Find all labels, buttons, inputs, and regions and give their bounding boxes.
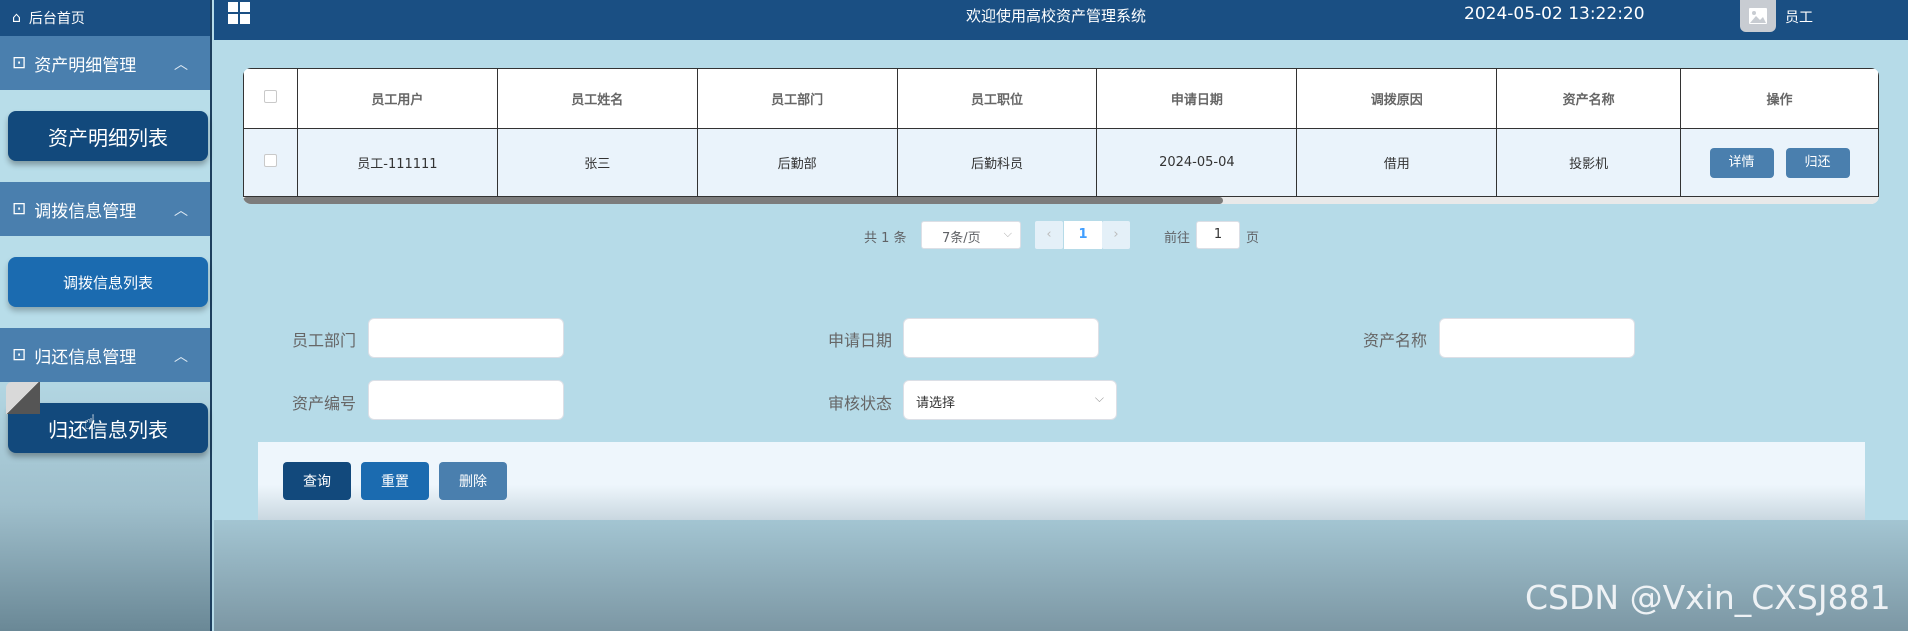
horizontal-scrollbar-thumb[interactable] xyxy=(243,197,1223,204)
col-header: 员工部门 xyxy=(696,68,898,129)
menu-icon: ⊡ xyxy=(12,199,27,219)
sidebar-group-label: 归还信息管理 xyxy=(34,347,137,368)
reset-button[interactable]: 重置 xyxy=(361,462,429,500)
asset-name-input[interactable] xyxy=(1439,318,1635,358)
col-header: 员工用户 xyxy=(296,68,498,129)
datetime: 2024-05-02 13:22:20 xyxy=(1464,4,1645,24)
row-checkbox[interactable] xyxy=(263,154,277,167)
sidebar-group-asset-detail[interactable]: ⊡ 资产明细管理 ︿ xyxy=(0,36,210,90)
sidebar-home[interactable]: ⌂ 后台首页 xyxy=(0,0,210,36)
table-cell: 投影机 xyxy=(1496,128,1682,197)
page-suffix: 页 xyxy=(1246,231,1260,246)
date-label: 申请日期 xyxy=(828,331,893,350)
menu-icon: ⊡ xyxy=(12,53,27,73)
sidebar-item-transfer-list[interactable]: 调拨信息列表 xyxy=(8,257,208,307)
chevron-down-icon: ⌵ xyxy=(1003,227,1012,240)
data-table: 员工用户 员工姓名 员工部门 员工职位 申请日期 调拨原因 资产名称 操作 员工… xyxy=(243,68,1879,204)
sidebar-group-label: 资产明细管理 xyxy=(34,55,137,76)
watermark: CSDN @Vxin_CXSJ881 xyxy=(1525,578,1891,617)
chevron-down-icon: ⌵ xyxy=(1094,391,1104,405)
sidebar-item-label: 归还信息列表 xyxy=(48,417,168,442)
status-label: 审核状态 xyxy=(828,394,893,413)
table-header-row: 员工用户 员工姓名 员工部门 员工职位 申请日期 调拨原因 资产名称 操作 xyxy=(243,68,1879,129)
sidebar-home-label: 后台首页 xyxy=(28,11,85,27)
mouse-cursor-icon: ☝ xyxy=(84,410,97,434)
query-button[interactable]: 查询 xyxy=(283,462,351,500)
col-header: 员工职位 xyxy=(896,68,1098,129)
status-select-placeholder: 请选择 xyxy=(916,396,956,411)
chevron-up-icon: ︿ xyxy=(174,57,188,73)
return-button[interactable]: 归还 xyxy=(1785,147,1850,178)
table-cell: 后勤科员 xyxy=(896,128,1098,197)
dept-label: 员工部门 xyxy=(292,331,357,350)
table-row: 员工-111111 张三 后勤部 后勤科员 2024-05-04 借用 投影机 … xyxy=(243,128,1879,197)
asset-no-label: 资产编号 xyxy=(292,394,357,413)
chevron-up-icon: ︿ xyxy=(174,349,188,365)
delete-button[interactable]: 删除 xyxy=(439,462,507,500)
dept-input[interactable] xyxy=(368,318,564,358)
sidebar-group-transfer[interactable]: ⊡ 调拨信息管理 ︿ xyxy=(0,182,210,236)
row-select-cell[interactable] xyxy=(243,128,298,197)
chevron-up-icon: ︿ xyxy=(174,203,188,219)
actions-bar: 查询 重置 删除 xyxy=(258,442,1865,520)
goto-page-input[interactable]: 1 xyxy=(1196,221,1240,249)
menu-icon: ⊡ xyxy=(12,345,27,365)
table-cell: 员工-111111 xyxy=(296,128,498,197)
table-cell: 后勤部 xyxy=(696,128,898,197)
table-cell: 张三 xyxy=(496,128,698,197)
grid-menu-icon[interactable] xyxy=(228,2,250,24)
prev-page-button[interactable]: ‹ xyxy=(1035,221,1063,249)
welcome-text: 欢迎使用高校资产管理系统 xyxy=(966,7,1147,25)
page-size-value: 7条/页 xyxy=(942,231,981,246)
chevron-right-icon: › xyxy=(1113,227,1119,242)
page-number-current[interactable]: 1 xyxy=(1064,221,1102,249)
sidebar-item-asset-detail-list[interactable]: 资产明细列表 xyxy=(8,111,208,161)
detail-button[interactable]: 详情 xyxy=(1709,147,1774,178)
table-cell: 2024-05-04 xyxy=(1096,128,1298,197)
actions-cell: 详情 归还 xyxy=(1680,128,1879,197)
col-header: 申请日期 xyxy=(1096,68,1298,129)
pagination-total: 共 1 条 xyxy=(864,231,907,246)
asset-no-input[interactable] xyxy=(368,380,564,420)
avatar[interactable] xyxy=(1740,0,1776,32)
status-select[interactable]: 请选择 ⌵ xyxy=(903,380,1117,420)
page-size-select[interactable]: 7条/页 ⌵ xyxy=(921,221,1021,249)
date-input[interactable] xyxy=(903,318,1099,358)
top-bar: 欢迎使用高校资产管理系统 2024-05-02 13:22:20 员工 xyxy=(214,0,1908,40)
home-icon: ⌂ xyxy=(12,10,21,26)
sidebar: ⌂ 后台首页 ⊡ 资产明细管理 ︿ 资产明细列表 ⊡ 调拨信息管理 ︿ 调拨信息… xyxy=(0,0,212,631)
user-name[interactable]: 员工 xyxy=(1785,7,1813,27)
sidebar-group-label: 调拨信息管理 xyxy=(34,201,137,222)
col-header: 操作 xyxy=(1680,68,1879,129)
goto-label: 前往 xyxy=(1164,231,1191,246)
image-icon xyxy=(1749,8,1767,24)
col-header: 资产名称 xyxy=(1496,68,1682,129)
col-header: 员工姓名 xyxy=(496,68,698,129)
table-cell: 借用 xyxy=(1296,128,1498,197)
asset-name-label: 资产名称 xyxy=(1363,331,1428,350)
next-page-button[interactable]: › xyxy=(1102,221,1130,249)
select-all-cell[interactable] xyxy=(243,68,298,129)
sidebar-group-return[interactable]: ⊡ 归还信息管理 ︿ xyxy=(0,328,210,382)
chevron-left-icon: ‹ xyxy=(1046,227,1052,242)
select-all-checkbox[interactable] xyxy=(263,90,277,103)
col-header: 调拨原因 xyxy=(1296,68,1498,129)
page-fold-decoration xyxy=(6,382,40,414)
